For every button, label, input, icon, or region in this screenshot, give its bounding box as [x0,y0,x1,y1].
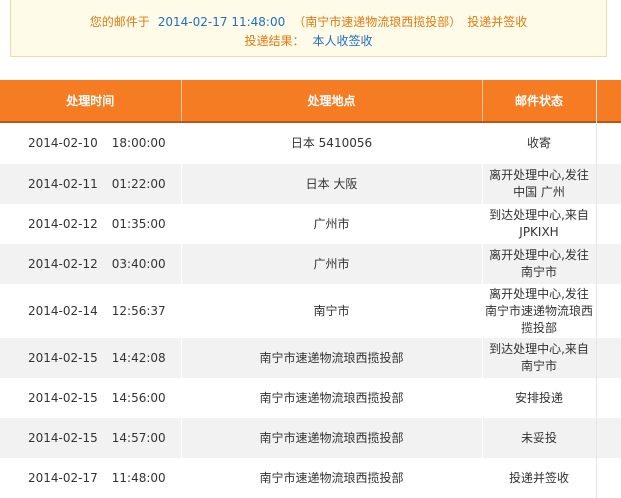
row-time: 01:35:00 [111,216,166,231]
row-date: 2014-02-11 [28,176,98,191]
row-time: 01:22:00 [111,176,166,191]
delivery-summary: 您的邮件于 2014-02-17 11:48:00 （南宁市速递物流琅西揽投部） 投递… [10,0,607,57]
row-time: 18:00:00 [111,136,166,150]
row-time: 14:57:00 [111,430,166,445]
header-location: 处理地点 [181,80,483,121]
table-row: 2014-02-17 11:48:00 南宁市速递物流琅西揽投部 投递并签收 [0,458,621,498]
time-cell: 2014-02-15 14:57:00 [0,418,182,458]
location-cell: 日本 5410056 [181,123,483,164]
location-cell: 南宁市速递物流琅西揽投部 [181,378,483,418]
table-row: 2014-02-15 14:57:00 南宁市速递物流琅西揽投部 未妥投 [0,418,621,458]
time-cell: 2014-02-14 12:56:37 [0,284,182,338]
table-row: 2014-02-10 18:00:00 日本 5410056 收寄 [0,123,621,164]
summary-status: 投递并签收 [467,15,528,29]
table-row: 2014-02-15 14:42:08 南宁市速递物流琅西揽投部 到达处理中心,来… [0,338,621,378]
status-cell: 未妥投 [482,418,597,458]
time-cell: 2014-02-15 14:56:00 [0,378,182,418]
row-date: 2014-02-10 [28,136,98,150]
time-cell: 2014-02-12 01:35:00 [0,204,182,244]
row-time: 03:40:00 [111,256,166,271]
table-row: 2014-02-11 01:22:00 日本 大阪 离开处理中心,发往中国 广州 [0,164,621,204]
time-cell: 2014-02-15 14:42:08 [0,338,182,378]
summary-datetime: 2014-02-17 11:48:00 [157,15,286,29]
status-cell: 离开处理中心,发往南宁市 [482,244,597,284]
row-time: 12:56:37 [111,303,166,318]
table-header-row: 处理时间 处理地点 邮件状态 [0,80,621,121]
table-row: 2014-02-14 12:56:37 南宁市 离开处理中心,发往南宁市速递物流琅… [0,284,621,338]
row-date: 2014-02-14 [28,303,98,318]
row-date: 2014-02-17 [28,470,98,485]
table-row: 2014-02-12 03:40:00 广州市 离开处理中心,发往南宁市 [0,244,621,284]
row-date: 2014-02-12 [28,216,98,231]
summary-office: （南宁市速递物流琅西揽投部） [293,15,462,29]
status-cell: 到达处理中心,来自南宁市 [482,338,597,378]
row-date: 2014-02-12 [28,256,98,271]
location-cell: 广州市 [181,244,483,284]
header-spacer [596,80,621,121]
table-row: 2014-02-15 14:56:00 南宁市速递物流琅西揽投部 安排投递 [0,378,621,418]
status-cell: 安排投递 [482,378,597,418]
location-cell: 南宁市速递物流琅西揽投部 [181,418,483,458]
time-cell: 2014-02-10 18:00:00 [0,123,182,164]
header-status: 邮件状态 [482,80,597,121]
status-cell: 离开处理中心,发往中国 广州 [482,164,597,204]
summary-result-label: 投递结果： [244,34,305,48]
table-row: 2014-02-12 01:35:00 广州市 到达处理中心,来自JPKIXH [0,204,621,244]
time-cell: 2014-02-17 11:48:00 [0,458,182,498]
time-cell: 2014-02-12 03:40:00 [0,244,182,284]
row-date: 2014-02-15 [28,350,98,365]
location-cell: 南宁市速递物流琅西揽投部 [181,338,483,378]
status-cell: 收寄 [482,123,597,164]
tracking-table: 处理时间 处理地点 邮件状态 2014-02-10 18:00:00 日本 541… [0,80,621,498]
row-time: 14:42:08 [111,350,166,365]
header-time: 处理时间 [0,80,182,121]
row-date: 2014-02-15 [28,390,98,405]
location-cell: 日本 大阪 [181,164,483,204]
time-cell: 2014-02-11 01:22:00 [0,164,182,204]
location-cell: 南宁市 [181,284,483,338]
summary-prefix: 您的邮件于 [89,15,150,29]
row-date: 2014-02-15 [28,430,98,445]
location-cell: 广州市 [181,204,483,244]
location-cell: 南宁市速递物流琅西揽投部 [181,458,483,498]
status-cell: 到达处理中心,来自JPKIXH [482,204,597,244]
row-time: 14:56:00 [111,390,166,405]
scroll-track-edge [596,80,597,498]
summary-result-value: 本人收签收 [312,34,373,48]
summary-line: 您的邮件于 2014-02-17 11:48:00 （南宁市速递物流琅西揽投部） 投递… [11,14,606,30]
row-time: 11:48:00 [111,470,166,485]
status-cell: 投递并签收 [482,458,597,498]
summary-result-line: 投递结果： 本人收签收 [11,33,606,49]
status-cell: 离开处理中心,发往南宁市速递物流琅西揽投部 [482,284,597,338]
